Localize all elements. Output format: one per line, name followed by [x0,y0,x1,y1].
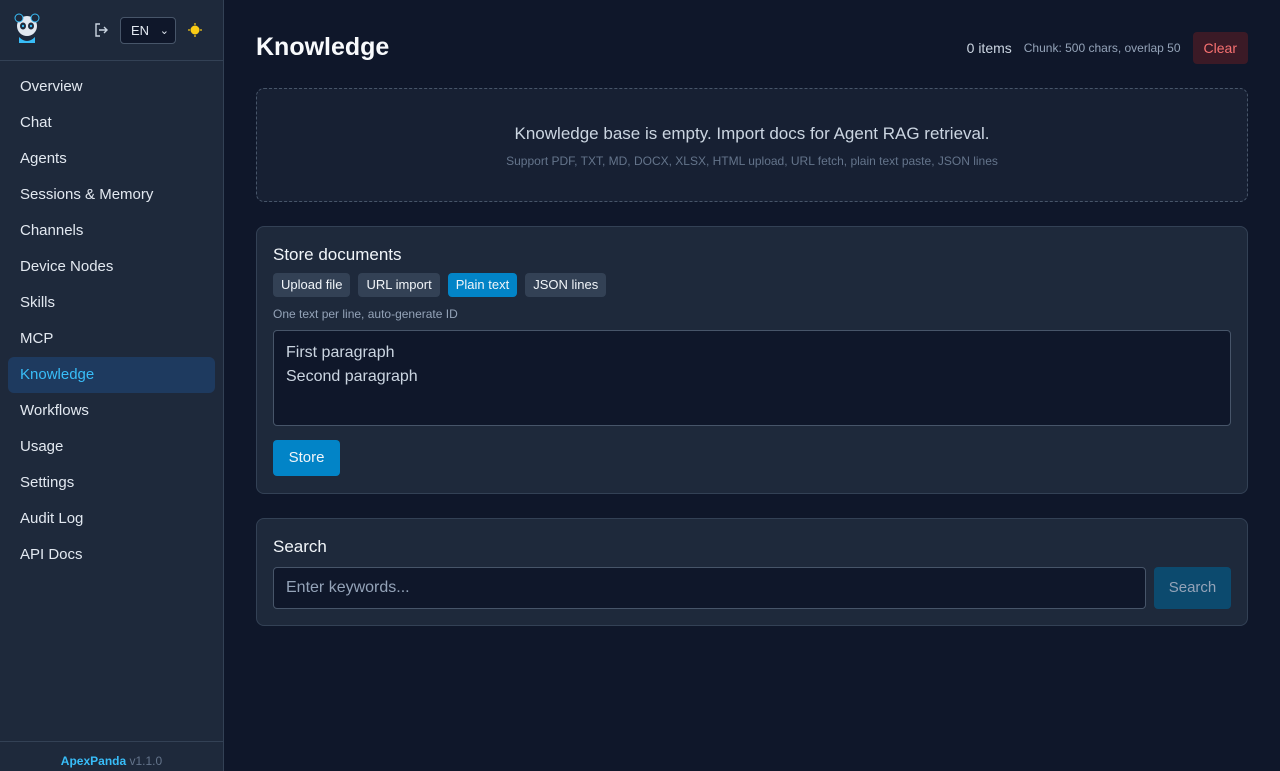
empty-state-subtitle: Support PDF, TXT, MD, DOCX, XLSX, HTML u… [506,154,998,168]
sidebar-item-device-nodes[interactable]: Device Nodes [8,249,215,285]
sidebar-item-channels[interactable]: Channels [8,213,215,249]
page-title: Knowledge [256,33,390,61]
sidebar-item-sessions-memory[interactable]: Sessions & Memory [8,177,215,213]
tab-upload-file[interactable]: Upload file [273,273,351,297]
empty-state-title: Knowledge base is empty. Import docs for… [514,124,990,143]
chevron-down-icon: ⌄ [159,25,169,37]
sidebar: EN ⌄ Overview Chat Agents Sessions & Mem… [0,0,224,771]
item-count: 0 items [966,40,1012,56]
store-documents-card: Store documents Upload file URL import P… [256,226,1248,494]
plain-text-textarea[interactable]: First paragraph Second paragraph [273,330,1231,426]
logout-icon[interactable] [93,22,109,38]
empty-state: Knowledge base is empty. Import docs for… [256,88,1248,202]
search-button[interactable]: Search [1154,567,1231,609]
search-card: Search Enter keywords... Search [256,518,1248,626]
tab-plain-text[interactable]: Plain text [447,273,518,297]
sidebar-item-chat[interactable]: Chat [8,105,215,141]
brand-name: ApexPanda [60,754,127,768]
sidebar-item-usage[interactable]: Usage [8,429,215,465]
store-button[interactable]: Store [273,440,340,476]
sidebar-item-audit-log[interactable]: Audit Log [8,501,215,537]
sidebar-item-agents[interactable]: Agents [8,141,215,177]
page-header-actions: 0 items Chunk: 500 chars, overlap 50 Cle… [967,32,1248,64]
sidebar-item-skills[interactable]: Skills [8,285,215,321]
plain-text-hint: One text per line, auto-generate ID [273,307,458,321]
panda-logo-icon[interactable] [12,13,42,45]
import-mode-tabs: Upload file URL import Plain text JSON l… [273,273,1231,297]
language-select[interactable]: EN ⌄ [120,17,176,44]
sidebar-item-api-docs[interactable]: API Docs [8,537,215,573]
sidebar-item-knowledge[interactable]: Knowledge [8,357,215,393]
sidebar-item-workflows[interactable]: Workflows [8,393,215,429]
sidebar-header: EN ⌄ [0,0,223,61]
search-row: Enter keywords... Search [273,567,1231,609]
search-input[interactable]: Enter keywords... [273,567,1146,609]
version-label: v1.1.0 [129,754,163,768]
sidebar-item-settings[interactable]: Settings [8,465,215,501]
sidebar-nav: Overview Chat Agents Sessions & Memory C… [0,61,223,573]
sidebar-item-mcp[interactable]: MCP [8,321,215,357]
language-value: EN [131,23,150,38]
sidebar-footer: ApexPanda v1.1.0 [0,741,223,771]
clear-button[interactable]: Clear [1192,32,1248,64]
chunk-info: Chunk: 500 chars, overlap 50 [1023,41,1181,55]
store-documents-title: Store documents [273,245,402,264]
sidebar-item-overview[interactable]: Overview [8,69,215,105]
tab-url-import[interactable]: URL import [358,273,440,297]
sun-icon[interactable] [188,23,202,37]
tab-json-lines[interactable]: JSON lines [525,273,607,297]
search-title: Search [273,537,327,556]
